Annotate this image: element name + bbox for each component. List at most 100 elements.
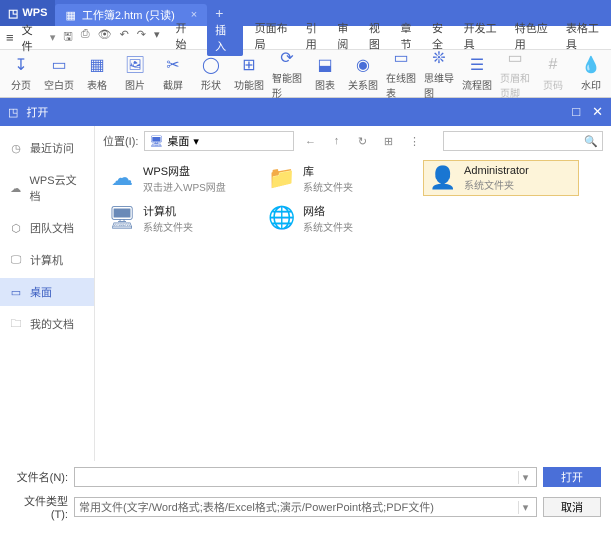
ribbon-分页[interactable]: ↧ 分页 (6, 55, 36, 92)
sidebar-item-folder[interactable]: 🗀我的文档 (0, 310, 94, 338)
tab-close-icon[interactable]: × (191, 9, 197, 21)
ribbon-label: 思维导图 (424, 70, 454, 100)
location-toolbar: 位置(I): 🖥 桌面 ▾ ← ↑ ↻ ⊞ ⋮ 🔍 (95, 126, 611, 156)
clock-icon: ◷ (8, 140, 24, 156)
qat-save-icon[interactable]: 🖫 (63, 28, 72, 47)
monitor-icon: 🖵 (8, 252, 24, 268)
ribbon-页码: # 页码 (538, 55, 568, 92)
view-grid-button[interactable]: ⊞ (378, 131, 398, 151)
app-name: WPS (22, 7, 47, 19)
sidebar-item-label: 计算机 (30, 252, 63, 268)
file-item[interactable]: 📁库系统文件夹 (263, 160, 419, 196)
location-dropdown-icon: ▾ (193, 135, 199, 148)
qat-preview-icon[interactable]: 👁 (98, 28, 112, 47)
ribbon-icon: ↧ (11, 55, 31, 75)
cloud-icon: ☁ (8, 180, 24, 196)
hamburger-icon[interactable]: ≡ (6, 30, 14, 45)
ribbon-label: 表格 (87, 77, 107, 92)
file-icon: 👤 (428, 163, 458, 193)
sidebar-item-cloud[interactable]: ☁WPS云文档 (0, 166, 94, 210)
ribbon-label: 图片 (125, 77, 145, 92)
ribbon-icon: 💧 (581, 55, 601, 75)
view-menu-button[interactable]: ⋮ (404, 131, 424, 151)
ribbon-label: 图表 (315, 77, 335, 92)
file-name: WPS网盘 (143, 163, 226, 179)
ribbon-tab-0[interactable]: 开始 (176, 20, 196, 56)
ribbon-截屏[interactable]: ✂截屏 (158, 55, 188, 92)
qat-undo-icon[interactable]: ↶ (120, 28, 129, 47)
ribbon-tab-1[interactable]: 插入 (207, 20, 243, 56)
dialog-maximize-button[interactable]: □ (572, 104, 580, 120)
qat-print-icon[interactable]: ⎙ (81, 28, 90, 47)
wps-logo-icon: ◳ (8, 7, 18, 20)
filename-dropdown-icon[interactable]: ▾ (518, 471, 532, 484)
file-subtitle: 系统文件夹 (143, 219, 193, 234)
ribbon-思维导图[interactable]: ❊思维导图 (424, 48, 454, 100)
filetype-select[interactable]: 常用文件(文字/Word格式;表格/Excel格式;演示/PowerPoint格… (74, 497, 537, 517)
team-icon: ⬡ (8, 220, 24, 236)
ribbon-label: 智能图形 (272, 70, 302, 100)
filename-label: 文件名(N): (10, 469, 68, 485)
ribbon-label: 分页 (11, 77, 31, 92)
ribbon-流程图[interactable]: ☰流程图 (462, 55, 492, 92)
ribbon-label: 流程图 (462, 77, 492, 92)
search-icon: 🔍 (584, 135, 598, 148)
ribbon-水印[interactable]: 💧水印 (576, 55, 606, 92)
ribbon-label: 页码 (543, 77, 563, 92)
ribbon-智能图形[interactable]: ⟳智能图形 (272, 48, 302, 100)
ribbon-图片[interactable]: 🖼图片 (120, 55, 150, 92)
ribbon-tab-8[interactable]: 开发工具 (464, 20, 503, 56)
file-grid: ☁WPS网盘双击进入WPS网盘📁库系统文件夹👤Administrator系统文件… (95, 156, 611, 461)
new-tab-button[interactable]: + (215, 5, 223, 21)
file-name: 网络 (303, 203, 353, 219)
sidebar-item-label: 桌面 (30, 284, 52, 300)
cancel-button[interactable]: 取消 (543, 497, 601, 517)
desktop-icon: ▭ (8, 284, 24, 300)
sidebar: ◷最近访问 ☁WPS云文档 ⬡团队文档 🖵 计算机 ▭ 桌面 🗀我的文档 (0, 126, 95, 461)
ribbon-icon: # (543, 55, 563, 75)
ribbon: ↧ 分页 ▭空白页 ▦表格 🖼图片 ✂截屏 ◯形状 ⊞功能图 ⟳智能图形 ⬓图表 ◉关系图 ▭在线图表… (0, 50, 611, 98)
ribbon-关系图[interactable]: ◉关系图 (348, 55, 378, 92)
file-icon: 🌐 (267, 203, 297, 233)
refresh-button[interactable]: ↻ (352, 131, 372, 151)
up-button[interactable]: ↑ (326, 131, 346, 151)
location-label: 位置(I): (103, 133, 138, 149)
qat-redo-icon[interactable]: ↷ (137, 28, 146, 47)
ribbon-空白页[interactable]: ▭空白页 (44, 55, 74, 92)
ribbon-形状[interactable]: ◯形状 (196, 55, 226, 92)
ribbon-tab-4[interactable]: 审阅 (337, 20, 357, 56)
back-button[interactable]: ← (300, 131, 320, 151)
filetype-dropdown-icon[interactable]: ▾ (518, 501, 532, 514)
quick-access-toolbar: 🖫 ⎙ 👁 ↶ ↷ ▾ (63, 28, 159, 47)
location-value: 桌面 (167, 133, 189, 149)
dialog-close-button[interactable]: ✕ (592, 104, 603, 120)
search-input[interactable]: 🔍 (443, 131, 603, 151)
location-select[interactable]: 🖥 桌面 ▾ (144, 131, 294, 151)
ribbon-icon: ▭ (505, 48, 525, 68)
ribbon-tab-10[interactable]: 表格工具 (566, 20, 605, 56)
ribbon-功能图[interactable]: ⊞功能图 (234, 55, 264, 92)
sidebar-item-label: 我的文档 (30, 316, 74, 332)
dropdown-icon[interactable]: ▾ (50, 31, 56, 44)
file-menu[interactable]: 文件 (22, 22, 42, 54)
main-panel: 位置(I): 🖥 桌面 ▾ ← ↑ ↻ ⊞ ⋮ 🔍 ☁WPS网盘双击进入WPS网… (95, 126, 611, 461)
qat-dropdown-icon[interactable]: ▾ (154, 28, 160, 47)
dialog-body: ◷最近访问 ☁WPS云文档 ⬡团队文档 🖵 计算机 ▭ 桌面 🗀我的文档 位置(I): 🖥 桌… (0, 126, 611, 461)
ribbon-label: 形状 (201, 77, 221, 92)
ribbon-图表[interactable]: ⬓图表 (310, 55, 340, 92)
file-item[interactable]: ☁WPS网盘双击进入WPS网盘 (103, 160, 259, 196)
dialog-logo-icon: ◳ (8, 106, 18, 119)
file-item[interactable]: 🖥计算机系统文件夹 (103, 200, 259, 236)
sidebar-item-team[interactable]: ⬡团队文档 (0, 214, 94, 242)
ribbon-tab-3[interactable]: 引用 (306, 20, 326, 56)
sidebar-item-monitor[interactable]: 🖵 计算机 (0, 246, 94, 274)
sidebar-item-clock[interactable]: ◷最近访问 (0, 134, 94, 162)
file-item[interactable]: 👤Administrator系统文件夹 (423, 160, 579, 196)
file-item[interactable]: 🌐网络系统文件夹 (263, 200, 419, 236)
ribbon-表格[interactable]: ▦表格 (82, 55, 112, 92)
ribbon-icon: ▭ (49, 55, 69, 75)
sidebar-item-desktop[interactable]: ▭ 桌面 (0, 278, 94, 306)
filename-input[interactable]: ▾ (74, 467, 537, 487)
ribbon-在线图表[interactable]: ▭在线图表 (386, 48, 416, 100)
open-button[interactable]: 打开 (543, 467, 601, 487)
